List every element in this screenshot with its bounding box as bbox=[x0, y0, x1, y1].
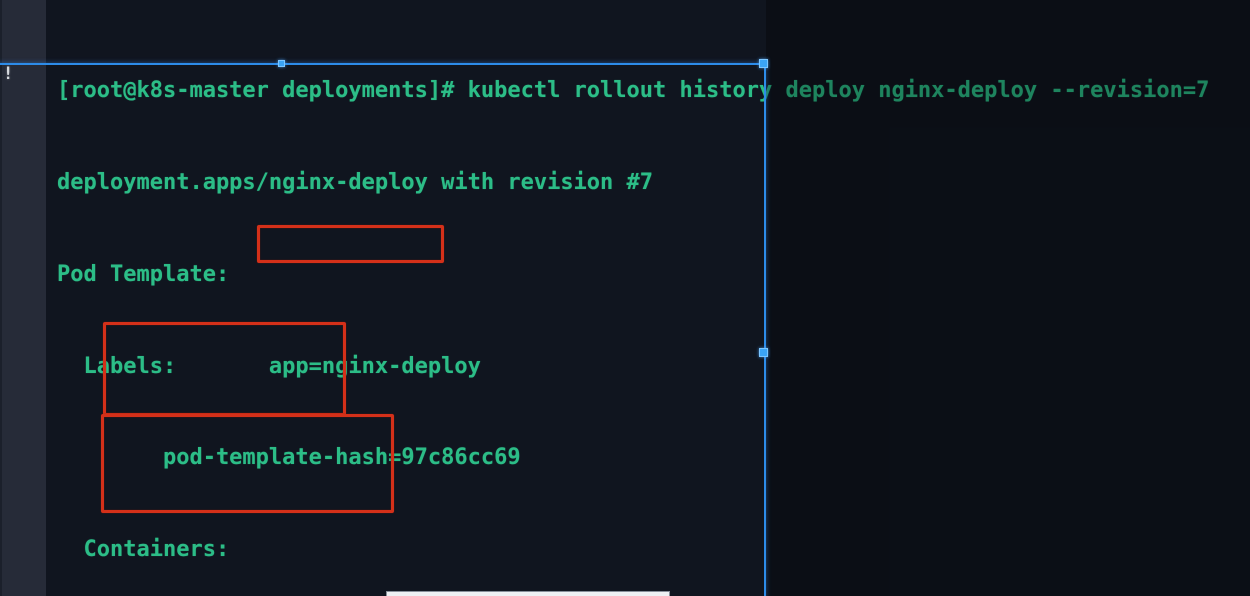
selection-handle-top-middle[interactable] bbox=[278, 60, 285, 67]
selection-rectangle[interactable] bbox=[0, 63, 766, 596]
selection-handle-mid-right[interactable] bbox=[759, 348, 768, 357]
selection-handle-top-right[interactable] bbox=[759, 59, 768, 68]
terminal-screen: ! [root@k8s-master deployments]# kubectl… bbox=[0, 0, 1250, 596]
cropped-white-panel bbox=[386, 591, 670, 596]
